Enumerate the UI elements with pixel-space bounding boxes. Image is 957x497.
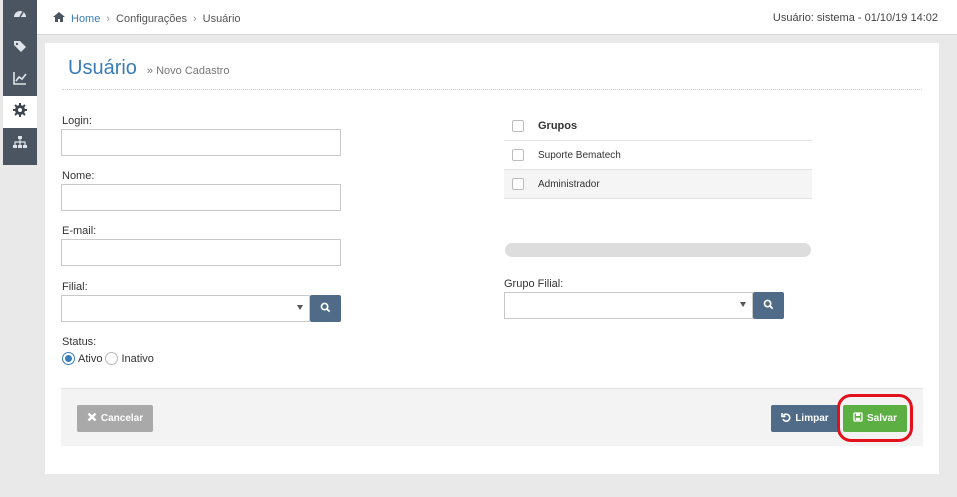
groups-table: Grupos Suporte Bematech Administrador xyxy=(504,112,812,199)
login-label: Login: xyxy=(62,115,92,127)
status-option-ativo[interactable]: Ativo xyxy=(62,352,102,365)
status-radio-group: Ativo Inativo xyxy=(62,352,157,365)
filial-select[interactable] xyxy=(61,295,310,322)
name-field[interactable] xyxy=(61,184,341,211)
sidebar-item-reports[interactable] xyxy=(3,64,37,96)
grupo-filial-select[interactable] xyxy=(504,292,753,319)
clear-button[interactable]: Limpar xyxy=(771,405,839,432)
sidebar-item-structure[interactable] xyxy=(3,128,37,160)
sidebar-item-tags[interactable] xyxy=(3,32,37,64)
status-option-label: Ativo xyxy=(78,352,103,365)
filial-label: Filial: xyxy=(62,281,88,293)
cancel-button[interactable]: Cancelar xyxy=(77,405,153,432)
chart-icon xyxy=(12,70,28,90)
breadcrumb: Home › Configurações › Usuário xyxy=(52,11,241,26)
chevron-down-icon xyxy=(740,302,746,307)
gear-icon xyxy=(12,102,28,122)
sitemap-icon xyxy=(12,134,28,154)
floppy-disk-icon xyxy=(853,412,867,425)
page-subtitle: » Novo Cadastro xyxy=(146,65,230,77)
dashboard-icon xyxy=(12,6,28,26)
page-title-text: Usuário xyxy=(68,57,137,79)
status-label: Status: xyxy=(62,336,97,348)
undo-icon xyxy=(781,412,795,425)
main-panel: Usuário » Novo Cadastro Login: Nome: E-m… xyxy=(45,43,939,474)
group-checkbox[interactable] xyxy=(512,149,524,161)
groups-header-row: Grupos xyxy=(504,112,812,141)
email-field[interactable] xyxy=(61,239,341,266)
status-option-label: Inativo xyxy=(121,352,154,365)
tag-icon xyxy=(12,38,28,58)
radio-inativo[interactable] xyxy=(105,352,119,365)
group-name: Administrador xyxy=(538,178,600,190)
breadcrumb-home-link[interactable]: Home xyxy=(71,13,100,25)
breadcrumb-separator: › xyxy=(106,12,111,25)
groups-scrollbar[interactable] xyxy=(505,243,811,257)
breadcrumb-separator: › xyxy=(192,12,197,25)
save-button-label: Salvar xyxy=(866,413,898,424)
breadcrumb-section[interactable]: Configurações xyxy=(116,13,187,25)
form-footer: Cancelar Limpar Salvar xyxy=(61,388,923,446)
breadcrumb-current: Usuário xyxy=(202,12,241,25)
home-icon[interactable] xyxy=(52,11,71,26)
radio-ativo[interactable] xyxy=(62,352,75,365)
groups-header: Grupos xyxy=(538,120,578,132)
sidebar-item-settings[interactable] xyxy=(3,96,37,128)
close-icon xyxy=(87,412,101,425)
email-label: E-mail: xyxy=(62,225,97,237)
list-item[interactable]: Administrador xyxy=(504,170,812,199)
grupo-filial-label: Grupo Filial: xyxy=(504,278,564,290)
group-checkbox[interactable] xyxy=(512,178,524,190)
user-session-info: Usuário: sistema - 01/10/19 14:02 xyxy=(772,12,938,24)
search-icon xyxy=(320,302,331,316)
grupo-filial-search-button[interactable] xyxy=(753,292,784,319)
chevron-down-icon xyxy=(297,305,303,310)
list-item[interactable]: Suporte Bematech xyxy=(504,141,812,170)
clear-button-label: Limpar xyxy=(795,413,829,424)
login-field[interactable] xyxy=(61,129,341,156)
page-title: Usuário » Novo Cadastro xyxy=(68,57,229,80)
cancel-button-label: Cancelar xyxy=(100,413,144,424)
status-option-inativo[interactable]: Inativo xyxy=(105,352,154,365)
title-divider xyxy=(62,89,922,90)
name-label: Nome: xyxy=(62,170,95,182)
filial-search-button[interactable] xyxy=(310,295,341,322)
save-button[interactable]: Salvar xyxy=(843,405,907,432)
top-bar: Home › Configurações › Usuário Usuário: … xyxy=(37,0,957,35)
sidebar xyxy=(3,0,37,165)
search-icon xyxy=(763,299,774,313)
group-name: Suporte Bematech xyxy=(538,149,621,161)
select-all-groups-checkbox[interactable] xyxy=(512,120,524,132)
sidebar-item-dashboard[interactable] xyxy=(3,0,37,32)
